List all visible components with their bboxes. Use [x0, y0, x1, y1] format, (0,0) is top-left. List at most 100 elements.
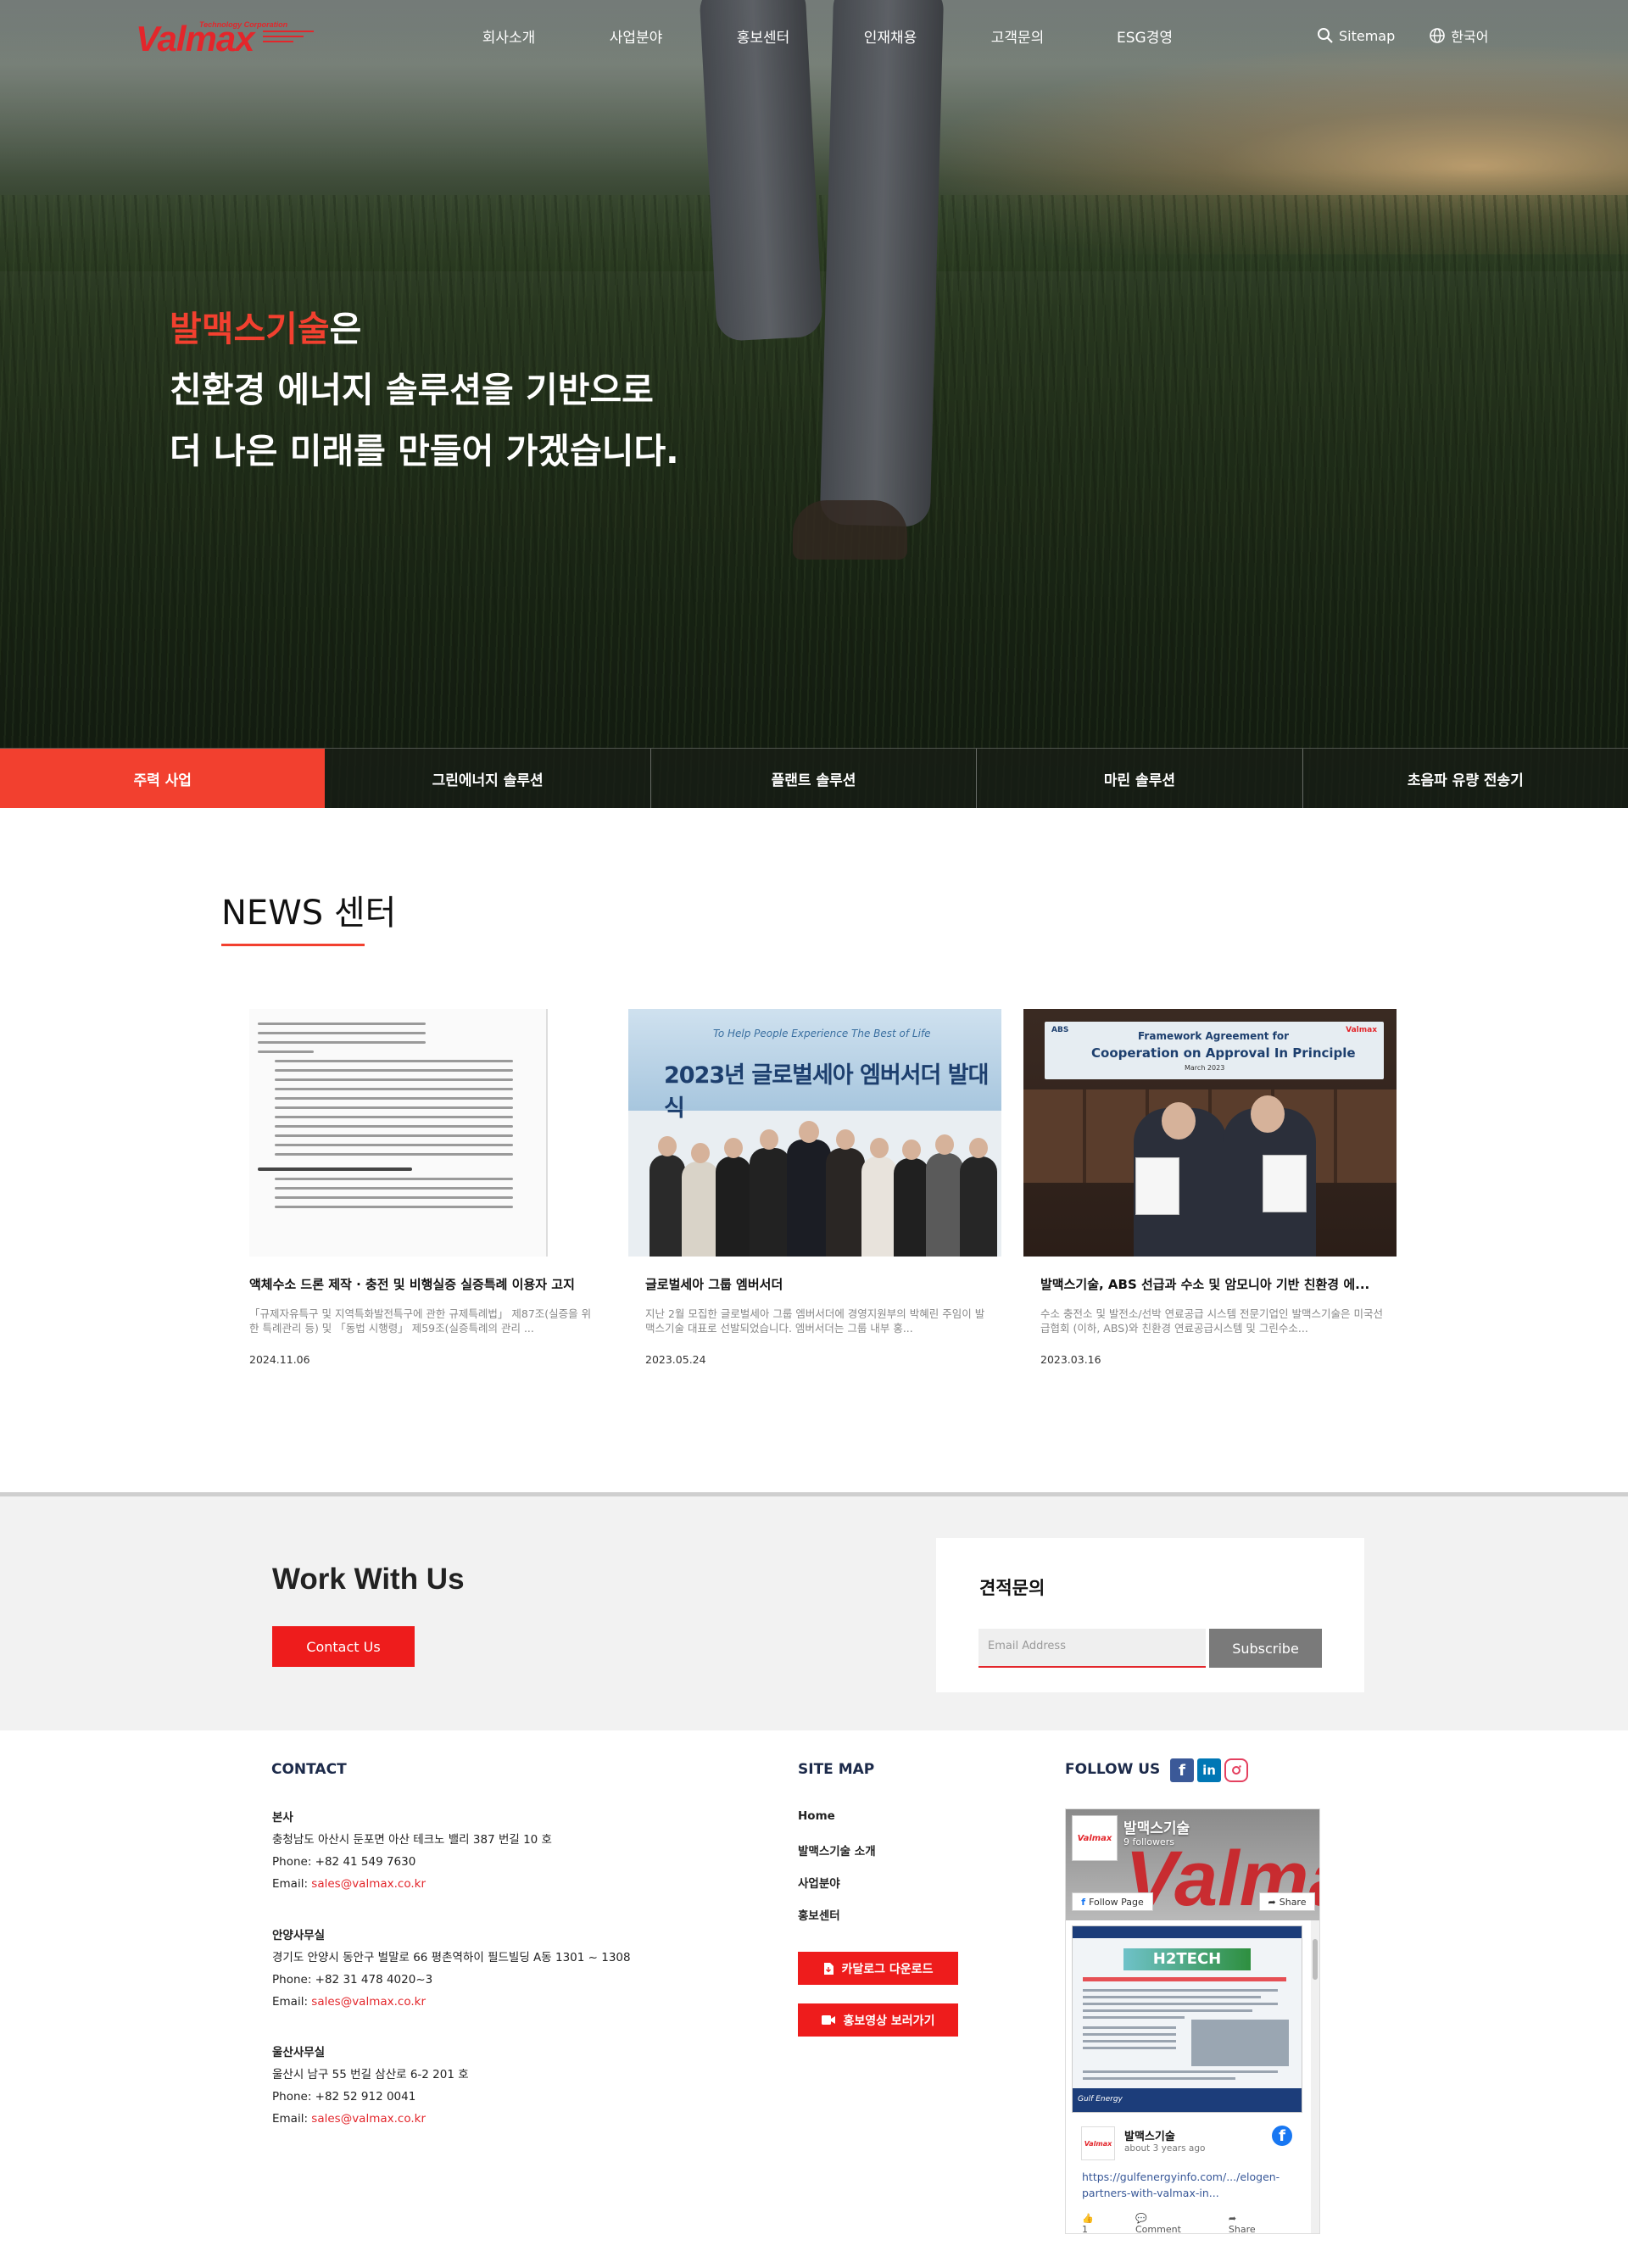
share-page-button[interactable]: ➦ Share [1259, 1892, 1315, 1911]
logo-tagline: Technology Corporation [199, 20, 288, 29]
quote-title: 견적문의 [979, 1578, 1045, 1598]
post-timestamp[interactable]: about 3 years ago [1124, 2143, 1205, 2154]
hero-headline: 발맥스기술은 친환경 에너지 솔루션을 기반으로 더 나은 미래를 만들어 가겠… [170, 298, 679, 482]
social-links: f in [1170, 1758, 1252, 1782]
tab-main-business[interactable]: 주력 사업 [0, 749, 326, 808]
share-action[interactable]: ➦ Share [1229, 2213, 1280, 2233]
nav-esg[interactable]: ESG경영 [1081, 25, 1208, 47]
work-with-us-section [0, 1496, 1628, 1730]
globe-icon [1430, 28, 1446, 43]
post-author-avatar[interactable]: Valmax [1081, 2126, 1115, 2160]
nav-pr-center[interactable]: 홍보센터 [700, 25, 827, 47]
news-card[interactable]: ABS Valmax Framework Agreement for Coope… [1023, 1009, 1397, 1366]
news-thumbnail [232, 1009, 605, 1257]
news-thumbnail: ABS Valmax Framework Agreement for Coope… [1023, 1009, 1397, 1257]
hero-line3: 더 나은 미래를 만들어 가겠습니다. [170, 431, 679, 471]
sitemap-link-about[interactable]: 발맥스기술 소개 [798, 1842, 876, 1874]
sitemap-link-home[interactable]: Home [798, 1809, 876, 1842]
valmax-logo-small: Valmax [1346, 1026, 1377, 1034]
email-input[interactable]: Email Address [978, 1629, 1206, 1668]
office-phone: Phone: +82 41 549 7630 [272, 1855, 416, 1869]
sitemap-link-pr[interactable]: 홍보센터 [798, 1906, 876, 1938]
sitemap-link-business[interactable]: 사업분야 [798, 1874, 876, 1906]
language-selector[interactable]: 한국어 [1429, 25, 1488, 46]
valmax-logo[interactable]: Valmax Technology Corporation [136, 19, 314, 59]
news-section-title: NEWS 센터 [221, 894, 397, 933]
hero-line2: 친환경 에너지 솔루션을 기반으로 [170, 370, 654, 410]
office-email-link[interactable]: sales@valmax.co.kr [311, 1877, 426, 1891]
catalog-button-label: 카달로그 다운로드 [841, 1962, 934, 1976]
tab-green-energy[interactable]: 그린에너지 솔루션 [325, 749, 651, 808]
post-actions: 👍 1 💬 Comment ➦ Share [1082, 2213, 1294, 2234]
office-name: 본사 [272, 1811, 293, 1825]
follow-page-button[interactable]: f Follow Page [1072, 1892, 1153, 1911]
share-label: Share [1279, 1896, 1307, 1908]
news-card-title[interactable]: 글로벌세아 그룹 엠버서더 [628, 1275, 984, 1293]
language-label: 한국어 [1451, 29, 1489, 45]
office-name: 안양사무실 [272, 1929, 326, 1942]
subscribe-button[interactable]: Subscribe [1209, 1629, 1322, 1668]
nav-business[interactable]: 사업분야 [572, 25, 700, 47]
catalog-download-button[interactable]: 카달로그 다운로드 [798, 1952, 958, 1985]
tab-plant[interactable]: 플랜트 솔루션 [651, 749, 978, 808]
sitemap-list: Home 발맥스기술 소개 사업분야 홍보센터 [798, 1809, 876, 1938]
business-tabs: 주력 사업 그린에너지 솔루션 플랜트 솔루션 마린 솔루션 초음파 유량 전송… [0, 748, 1628, 808]
nav-customer[interactable]: 고객문의 [954, 25, 1081, 47]
office-phone: Phone: +82 52 912 0041 [272, 2090, 416, 2104]
facebook-page-name[interactable]: 발맥스기술 [1123, 1816, 1190, 1837]
follow-us-title: FOLLOW US [1065, 1761, 1161, 1778]
widget-scrollbar[interactable] [1311, 1920, 1319, 2233]
tab-ultrasonic[interactable]: 초음파 유량 전송기 [1303, 749, 1628, 808]
post-footer-brand: Gulf Energy [1073, 2088, 1302, 2112]
image-banner-date: March 2023 [1185, 1064, 1225, 1072]
news-card-date: 2023.03.16 [1040, 1353, 1101, 1366]
linkedin-icon[interactable]: in [1197, 1758, 1221, 1782]
comment-label: Comment [1135, 2224, 1181, 2234]
image-banner-subtitle: Framework Agreement for [1138, 1030, 1290, 1042]
work-with-us-title: Work With Us [272, 1563, 465, 1596]
post-link[interactable]: https://gulfenergyinfo.com/.../elogen-pa… [1082, 2169, 1285, 2201]
share-arrow-icon: ➦ [1268, 1896, 1276, 1908]
video-button-label: 홍보영상 보러가기 [843, 2014, 935, 2028]
news-card-date: 2024.11.06 [249, 1353, 310, 1366]
post-author-name[interactable]: 발맥스기술 [1124, 2127, 1175, 2143]
office-address: 경기도 안양시 동안구 벌말로 66 평촌역하이 필드빌딩 A동 1301 ~ … [272, 1951, 631, 1964]
like-action[interactable]: 👍 1 [1082, 2213, 1112, 2234]
contact-us-button[interactable]: Contact Us [272, 1626, 415, 1667]
quote-request-box: 견적문의 Email Address Subscribe [936, 1538, 1364, 1692]
sitemap-link[interactable]: Sitemap [1317, 27, 1395, 44]
facebook-icon: f [1272, 2126, 1292, 2146]
news-card-title[interactable]: 액체수소 드론 제작 · 충전 및 비행실증 실증특례 이용자 고지 [232, 1275, 588, 1293]
news-card[interactable]: 액체수소 드론 제작 · 충전 및 비행실증 실증특례 이용자 고지 「규제자유… [232, 1009, 605, 1366]
facebook-page-avatar[interactable]: Valmax [1072, 1815, 1118, 1861]
facebook-post-image[interactable]: H2TECH Gulf Energy [1072, 1925, 1302, 2113]
tab-marine[interactable]: 마린 솔루션 [977, 749, 1303, 808]
nav-company[interactable]: 회사소개 [445, 25, 572, 47]
facebook-page-widget[interactable]: Valmax Valmax 발맥스기술 9 followers fFollow … [1065, 1808, 1320, 2234]
hero-company-name: 발맥스기술 [170, 309, 330, 349]
like-count: 1 [1082, 2224, 1088, 2234]
office-phone: Phone: +82 31 478 4020~3 [272, 1973, 433, 1987]
nav-careers[interactable]: 인재채용 [827, 25, 954, 47]
office-email-link[interactable]: sales@valmax.co.kr [311, 2112, 426, 2126]
image-banner-subtitle: To Help People Experience The Best of Li… [713, 1028, 931, 1039]
follow-page-label: Follow Page [1089, 1896, 1144, 1908]
instagram-icon[interactable] [1224, 1758, 1248, 1782]
facebook-small-icon: f [1081, 1896, 1086, 1908]
promo-video-button[interactable]: 홍보영상 보러가기 [798, 2003, 958, 2037]
search-icon [1318, 28, 1333, 43]
news-card[interactable]: To Help People Experience The Best of Li… [628, 1009, 1001, 1366]
facebook-icon[interactable]: f [1170, 1758, 1194, 1782]
office-hq: 본사 충청남도 아산시 둔포면 아산 테크노 밸리 387 번길 10 호 Ph… [272, 1807, 552, 1895]
news-card-desc: 지난 2월 모집한 글로벌세아 그룹 엠버서더에 경영지원부의 박혜린 주임이 … [645, 1307, 985, 1335]
office-anyang: 안양사무실 경기도 안양시 동안구 벌말로 66 평촌역하이 필드빌딩 A동 1… [272, 1925, 631, 2013]
image-banner-title: Cooperation on Approval In Principle [1091, 1045, 1356, 1061]
facebook-post-card: Valmax 발맥스기술 about 3 years ago f https:/… [1072, 2113, 1302, 2234]
office-address: 울산시 남구 55 번길 삼산로 6-2 201 호 [272, 2068, 469, 2081]
abs-logo: ABS [1051, 1026, 1069, 1034]
news-card-desc: 「규제자유특구 및 지역특화발전특구에 관한 규제특례법」 제87조(실증을 위… [249, 1307, 592, 1335]
office-email-link[interactable]: sales@valmax.co.kr [311, 1995, 426, 2009]
news-card-title[interactable]: 발맥스기술, ABS 선급과 수소 및 암모니아 기반 친환경 에... [1023, 1275, 1380, 1293]
office-name: 울산사무실 [272, 2046, 326, 2059]
comment-action[interactable]: 💬 Comment [1135, 2213, 1205, 2234]
